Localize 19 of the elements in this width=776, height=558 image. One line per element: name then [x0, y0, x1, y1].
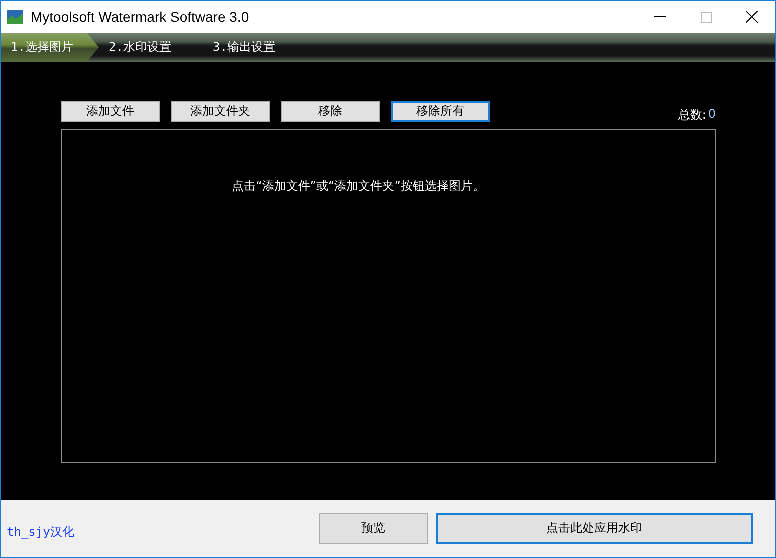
apply-button[interactable]: 点击此处应用水印: [436, 513, 753, 544]
step-tab[interactable]: 3.输出设置: [203, 33, 307, 62]
toolbar-button[interactable]: 移除: [281, 101, 380, 122]
hint-text: 点击“添加文件”或“添加文件夹”按钮选择图片。: [232, 178, 485, 194]
maximize-icon: [700, 12, 712, 22]
total-label: 总数:: [678, 107, 706, 124]
credit-text: th_sjy汉化: [7, 524, 74, 541]
toolbar-button[interactable]: 移除所有: [391, 101, 490, 122]
file-list[interactable]: 点击“添加文件”或“添加文件夹”按钮选择图片。: [61, 129, 716, 463]
step-tab[interactable]: 2.水印设置: [99, 33, 203, 62]
toolbar-button[interactable]: 添加文件夹: [171, 101, 270, 122]
close-icon: [746, 11, 758, 23]
app-icon: [7, 10, 23, 24]
total-count: 0: [708, 107, 716, 123]
minimize-icon: [654, 16, 666, 18]
preview-button[interactable]: 预览: [319, 513, 428, 544]
step-tab[interactable]: 1.选择图片: [1, 33, 99, 62]
toolbar-button[interactable]: 添加文件: [61, 101, 160, 122]
window-title: Mytoolsoft Watermark Software 3.0: [31, 9, 250, 25]
